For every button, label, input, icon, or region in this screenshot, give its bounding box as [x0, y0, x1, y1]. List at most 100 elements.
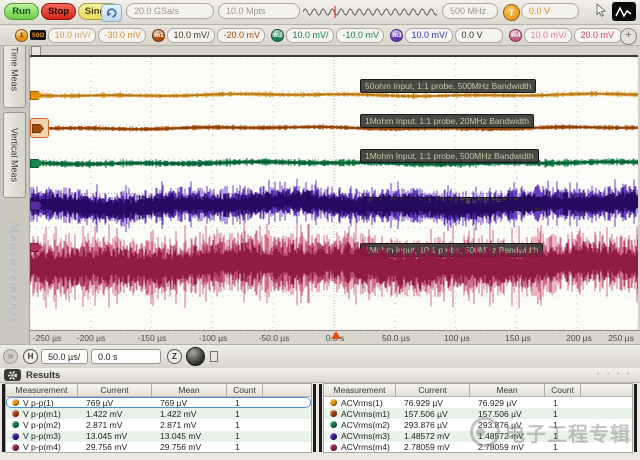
zoom-icon[interactable]: Z — [167, 349, 182, 364]
channel-offset-field-1[interactable]: -30.0 mV — [98, 28, 146, 43]
touch-icon — [105, 7, 119, 19]
horizontal-icon[interactable]: H — [23, 349, 38, 364]
channel-group-1: 150Ω10.0 mV/-30.0 mV — [15, 28, 146, 43]
measurement-name: V p-p(m1) — [23, 409, 61, 419]
channel-scale-field-m2[interactable]: 10.0 mV/ — [286, 28, 334, 43]
measurement-count: 1 — [545, 409, 581, 419]
time-tick-label: 200 µs — [555, 333, 603, 343]
measurement-mean: 2.871 mV — [152, 420, 227, 430]
measurement-mean: 1.422 mV — [152, 409, 227, 419]
sample-rate-field[interactable]: 20.0 GSa/s — [126, 3, 214, 19]
results-panel: Results · · · · MeasurementCurrentMeanCo… — [0, 368, 640, 460]
measurement-mean: 13.045 mV — [152, 431, 227, 441]
top-toolbar: Run Stop Single 20.0 GSa/s 10.0 Mpts 500… — [0, 0, 640, 25]
stop-button[interactable]: Stop — [41, 3, 76, 20]
channel-button-m2[interactable]: m2 — [271, 29, 284, 42]
measurement-count: 1 — [545, 442, 581, 452]
run-button[interactable]: Run — [4, 3, 39, 20]
collapse-button[interactable]: » — [3, 349, 18, 364]
trigger-source-icon[interactable]: T — [503, 4, 520, 21]
channel-color-dot — [330, 410, 337, 417]
column-header: Mean — [470, 384, 545, 396]
channel-group-m3: m310.0 mV/0.0 V — [390, 28, 503, 43]
measurement-count: 1 — [545, 420, 581, 430]
waveform-logo-icon — [612, 2, 636, 21]
channel-offset-field-m2[interactable]: -10.0 mV — [336, 28, 384, 43]
channel-offset-field-m3[interactable]: 0.0 V — [455, 28, 503, 43]
column-header: Current — [78, 384, 152, 396]
tab-time-meas[interactable]: Time Meas — [3, 46, 26, 108]
touch-button[interactable] — [101, 4, 122, 22]
channel-button-m4[interactable]: m4 — [509, 29, 522, 42]
trigger-level-field[interactable]: 0.0 V — [521, 3, 579, 19]
measurement-current: 1.422 mV — [78, 409, 152, 419]
measurement-current: 157.506 µV — [396, 409, 470, 419]
ground-marker-1[interactable] — [30, 91, 42, 100]
results-settings-button[interactable] — [4, 369, 21, 381]
time-tick-label: -250 µs — [23, 333, 71, 343]
time-tick-label: -50.0 µs — [250, 333, 298, 343]
table-header-row: MeasurementCurrentMeanCount — [6, 384, 311, 397]
channel-color-dot — [330, 421, 337, 428]
channel-color-dot — [12, 421, 19, 428]
gear-icon — [7, 370, 18, 381]
measurement-row[interactable]: V p-p(1)769 µV769 µV1 — [6, 397, 311, 408]
measurement-row[interactable]: ACVrms(1)76.929 µV76.929 µV1 — [324, 397, 632, 408]
mouse-cursor-icon — [595, 3, 607, 18]
time-tick-label: 50.0 µs — [372, 333, 420, 343]
scrollbar[interactable] — [634, 384, 637, 452]
channel-color-dot — [330, 444, 337, 451]
trigger-time-marker[interactable] — [331, 331, 341, 339]
ground-marker-m4[interactable] — [30, 243, 42, 252]
channel-offset-field-m4[interactable]: 20.0 mV — [574, 28, 622, 43]
measurement-row[interactable]: V p-p(m4)29.756 mV29.756 mV1 — [6, 442, 311, 453]
add-channel-button[interactable]: + — [620, 28, 637, 45]
results-overflow-button[interactable]: · · · · — [596, 368, 632, 379]
trigger-position-indicator[interactable] — [303, 5, 438, 19]
column-header-empty — [581, 384, 632, 396]
measurement-current: 1.48572 mV — [396, 431, 470, 441]
ground-marker-m3[interactable] — [30, 201, 42, 210]
measurement-count: 1 — [545, 398, 581, 408]
timebase-position-field[interactable]: 0.0 s — [91, 349, 161, 364]
impedance-badge: 50Ω — [30, 30, 46, 40]
column-header: Measurement — [324, 384, 396, 396]
scrollbar[interactable] — [319, 384, 322, 452]
measurement-row[interactable]: V p-p(m1)1.422 mV1.422 mV1 — [6, 408, 311, 419]
tab-vertical-meas[interactable]: Vertical Meas — [3, 112, 26, 198]
channel-button-m1[interactable]: m1 — [152, 29, 165, 42]
channel-scale-field-m4[interactable]: 10.0 mV/ — [524, 28, 572, 43]
channel-scale-field-1[interactable]: 10.0 mV/ — [48, 28, 96, 43]
channel-offset-field-m1[interactable]: -20.0 mV — [217, 28, 265, 43]
waveform-display[interactable]: 1Mohm Input, 10:1 probe, 20MHz Bandwidth… — [30, 55, 638, 330]
measurement-row[interactable]: ACVrms(m3)1.48572 mV1.48572 mV1 — [324, 431, 632, 442]
horizontal-bar: » H 50.0 µs/ 0.0 s Z — [0, 344, 640, 368]
measurement-current: 769 µV — [78, 398, 152, 408]
scrollbar[interactable] — [313, 384, 316, 452]
scrollbar[interactable] — [2, 384, 5, 452]
channel-button-m3[interactable]: m3 — [390, 29, 403, 42]
measurement-row[interactable]: ACVrms(m2)293.876 µV293.876 µV1 — [324, 419, 632, 430]
measurements-table-right: MeasurementCurrentMeanCountACVrms(1)76.9… — [323, 383, 633, 453]
measurement-row[interactable]: V p-p(m3)13.045 mV13.045 mV1 — [6, 431, 311, 442]
column-header: Current — [396, 384, 470, 396]
measurement-count: 1 — [545, 431, 581, 441]
measurement-row[interactable]: ACVrms(m4)2.78059 mV2.78059 mV1 — [324, 442, 632, 453]
measurement-row[interactable]: V p-p(m2)2.871 mV2.871 mV1 — [6, 419, 311, 430]
ground-marker-m2[interactable] — [30, 159, 42, 168]
measurement-name: ACVrms(m3) — [341, 431, 390, 441]
bandwidth-field[interactable]: 500 MHz — [442, 3, 498, 19]
horizontal-knob[interactable] — [186, 347, 205, 366]
display-mode-icon[interactable] — [210, 351, 218, 362]
memory-depth-field[interactable]: 10.0 Mpts — [218, 3, 300, 19]
channel-bar: 150Ω10.0 mV/-30.0 mVm110.0 mV/-20.0 mVm2… — [0, 25, 640, 46]
measurement-current: 13.045 mV — [78, 431, 152, 441]
measurement-mean: 29.756 mV — [152, 442, 227, 452]
channel-color-dot — [12, 433, 19, 440]
measurement-name: ACVrms(m1) — [341, 409, 390, 419]
measurement-row[interactable]: ACVrms(m1)157.506 µV157.506 µV1 — [324, 408, 632, 419]
channel-scale-field-m3[interactable]: 10.0 mV/ — [405, 28, 453, 43]
channel-button-1[interactable]: 1 — [15, 29, 28, 42]
timebase-scale-field[interactable]: 50.0 µs/ — [41, 349, 88, 364]
channel-scale-field-m1[interactable]: 10.0 mV/ — [167, 28, 215, 43]
